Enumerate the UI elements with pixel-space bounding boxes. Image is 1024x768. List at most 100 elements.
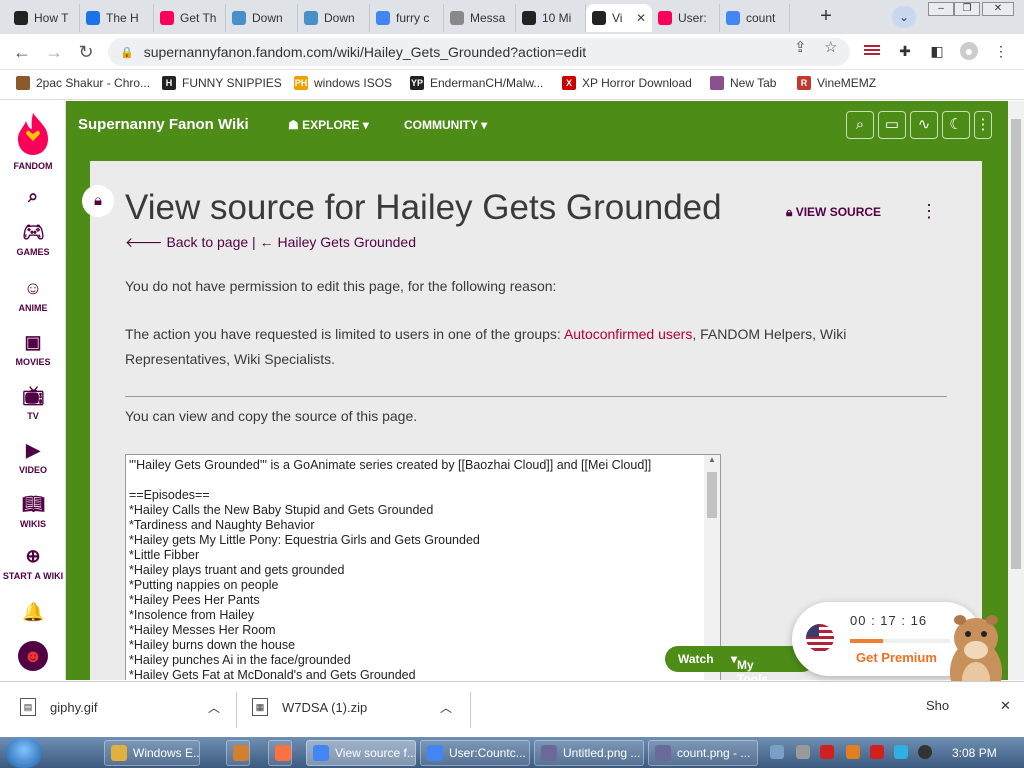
browser-tab[interactable]: Get Th [154,4,226,32]
view-source-button[interactable]: 🔒︎ VIEW SOURCE [786,205,881,220]
rail-item-anime[interactable]: ☺ ANIME [0,277,66,313]
page-scrollbar-thumb[interactable] [1011,119,1021,569]
bookmark-label: windows ISOS [314,76,393,90]
show-all-downloads-button[interactable]: Sho [926,698,949,713]
browser-tab[interactable]: How T [8,4,80,32]
fandom-logo[interactable]: FANDOM [0,111,66,171]
watch-toolbar: Watch ▾ My Tools [665,646,815,686]
timer-readout: 00 : 17 : 16 [850,613,928,628]
browser-tab[interactable]: Down [226,4,298,32]
browser-menu-icon[interactable]: ⋮ [992,42,1010,60]
share-icon[interactable]: ⇪ [794,38,807,56]
search-icon[interactable]: ⌕ [846,111,874,139]
more-options-icon[interactable]: ⋮ [920,201,938,222]
tray-icon[interactable] [870,745,884,759]
bookmark-item[interactable]: New Tab [710,76,776,90]
wiki-name[interactable]: Supernanny Fanon Wiki [78,116,249,133]
side-panel-icon[interactable]: ◧ [928,42,946,60]
my-tools-button[interactable]: ▾ My Tools [731,652,768,686]
tray-icon[interactable] [796,745,810,759]
fandom-icon [658,11,672,25]
us-flag-extension-icon[interactable] [864,42,882,60]
notifications-icon[interactable]: 🔔 [0,601,66,627]
community-menu[interactable]: COMMUNITY ▾ [404,118,487,132]
browser-tab[interactable]: 10 Mi [516,4,586,32]
browser-tab[interactable]: The H [80,4,154,32]
chevron-up-icon[interactable]: ︿ [440,699,452,716]
rail-item-start-a-wiki[interactable]: ⊕ START A WIKI [0,545,66,581]
browser-tab[interactable]: Messa [444,4,516,32]
bookmark-item[interactable]: R VineMEMZ [797,76,876,90]
reload-button[interactable]: ↻ [74,40,98,64]
taskbar-item[interactable]: Untitled.png ... [534,740,644,766]
divider [125,396,947,397]
activity-icon[interactable]: ∿ [910,111,938,139]
clock[interactable]: 3:08 PM [952,746,997,760]
tab-label: Messa [470,11,506,25]
rail-item-search[interactable]: ⌕ [0,185,66,211]
browser-tab[interactable]: Down [298,4,370,32]
profile-icon[interactable]: ● [960,42,978,60]
chevron-up-icon[interactable]: ︿ [208,699,220,716]
download-item[interactable]: ▤ giphy.gif ︿ [20,698,220,716]
wiki-menu-icon[interactable]: ⋮ [974,111,992,139]
minimize-button[interactable]: – [928,2,954,16]
close-downloads-icon[interactable]: ✕ [1000,698,1011,714]
rail-item-wikis[interactable]: 📖︎ WIKIS [0,493,66,529]
rail-item-label: TV [27,411,39,421]
google-icon [376,11,390,25]
rail-item-video[interactable]: ▶ VIDEO [0,439,66,475]
tray-icon[interactable] [846,745,860,759]
bookmark-item[interactable]: 2pac Shakur - Chro... [16,76,150,90]
start-button[interactable] [6,738,42,768]
forward-button[interactable]: → [42,40,66,64]
autoconfirmed-users-link[interactable]: Autoconfirmed users [564,326,692,342]
maximize-button[interactable]: ❐ [954,2,980,16]
user-avatar[interactable]: ☻ [0,641,66,675]
tab-search-button[interactable]: ⌄ [892,6,916,28]
back-to-page-link[interactable]: 🡐 Back to page | ← Hailey Gets Grounded [125,234,416,251]
browser-tab[interactable]: furry c [370,4,444,32]
bookmark-favicon-icon: PH [294,76,308,90]
new-tab-button[interactable]: + [814,6,838,28]
tab-label: User: [678,11,707,25]
page-scrollbar[interactable] [1008,101,1024,680]
rail-item-tv[interactable]: 📺︎ TV [0,385,66,421]
source-textarea[interactable]: '''Hailey Gets Grounded''' is a GoAnimat… [125,454,721,680]
taskbar-item[interactable] [268,740,292,766]
browser-tab[interactable]: User: [652,4,720,32]
bookmark-item[interactable]: X XP Horror Download [562,76,692,90]
windows-taskbar: Windows E... View source f... User:Countc.… [0,737,1024,768]
tray-icon[interactable] [770,745,784,759]
download-item[interactable]: ▦ W7DSA (1).zip ︿ [252,698,452,716]
tab-label: count [746,11,776,25]
browser-tab[interactable]: Vi ✕ [586,4,652,32]
rail-item-movies[interactable]: ▣ MOVIES [0,331,66,367]
back-button[interactable]: ← [10,40,34,64]
dark-mode-icon[interactable]: ☾ [942,111,970,139]
tray-icon[interactable] [820,745,834,759]
close-tab-icon[interactable]: ✕ [636,11,646,25]
lock-icon: 🔒︎ [786,205,796,219]
address-bar[interactable]: 🔒 supernannyfanon.fandom.com/wiki/Hailey… [108,38,850,66]
tray-icon[interactable] [894,745,908,759]
taskbar-item[interactable]: User:Countc... [420,740,530,766]
taskbar-item[interactable]: Windows E... [104,740,200,766]
taskbar-item[interactable] [226,740,250,766]
bookmark-item[interactable]: H FUNNY SNIPPIES [162,76,282,90]
arrow-left-icon: 🡐 [125,234,167,250]
rail-item-games[interactable]: 🎮︎ GAMES [0,221,66,257]
get-premium-button[interactable]: Get Premium [856,650,937,665]
browser-tab[interactable]: count [720,4,790,32]
bookmark-item[interactable]: YP EndermanCH/Malw... [410,76,543,90]
discussions-icon[interactable]: ▭ [878,111,906,139]
bookmark-item[interactable]: PH windows ISOS [294,76,392,90]
explore-menu[interactable]: ☗ EXPLORE ▾ [288,118,369,132]
tray-icon[interactable] [918,745,932,759]
taskbar-item[interactable]: View source f... [306,740,416,766]
bookmark-star-icon[interactable]: ☆ [824,38,837,56]
extensions-puzzle-icon[interactable]: ✚ [896,42,914,60]
watch-button[interactable]: Watch [678,652,714,666]
close-window-button[interactable]: ✕ [982,2,1014,16]
taskbar-item[interactable]: count.png - ... [648,740,758,766]
